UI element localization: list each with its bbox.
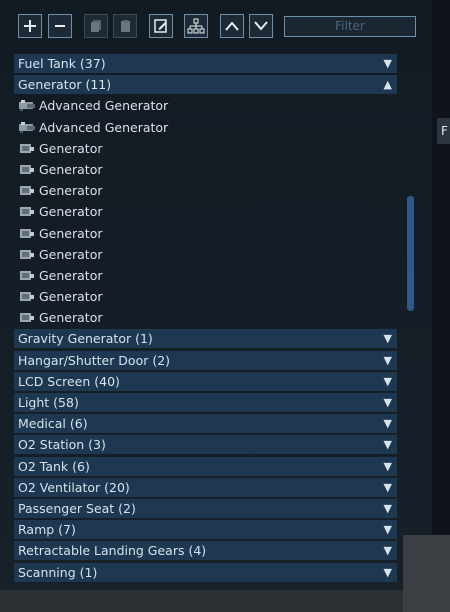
list-item[interactable]: Generator xyxy=(14,287,397,306)
category-label: Generator (11) xyxy=(18,77,112,93)
remove-button[interactable] xyxy=(48,14,72,38)
side-tab[interactable]: F xyxy=(437,118,450,144)
edit-icon xyxy=(154,19,167,33)
generator-icon xyxy=(20,164,34,174)
category-label: Fuel Tank (37) xyxy=(18,56,106,71)
copy-icon xyxy=(91,20,101,32)
expand-arrow-icon[interactable]: ▼ xyxy=(384,563,392,582)
category-lcd-screen[interactable]: LCD Screen (40) ▼ xyxy=(14,371,397,391)
category-medical[interactable]: Medical (6) ▼ xyxy=(14,414,397,434)
right-background xyxy=(432,0,450,612)
category-label: O2 Ventilator (20) xyxy=(18,479,130,495)
category-hangar-shutter-door[interactable]: Hangar/Shutter Door (2) ▼ xyxy=(14,350,397,370)
list-item-label: Generator xyxy=(39,183,103,199)
list-item[interactable]: Generator xyxy=(14,224,397,243)
category-label: O2 Tank (6) xyxy=(18,458,90,474)
expand-arrow-icon[interactable]: ▼ xyxy=(384,414,392,433)
list-item[interactable]: Advanced Generator xyxy=(14,96,397,115)
hierarchy-button[interactable] xyxy=(184,14,208,38)
filter-input[interactable]: Filter xyxy=(284,16,416,37)
category-label: Scanning (1) xyxy=(18,564,98,580)
category-retractable-landing-gears[interactable]: Retractable Landing Gears (4) ▼ xyxy=(14,541,397,561)
expand-arrow-icon[interactable]: ▼ xyxy=(384,351,392,370)
list-item[interactable]: Advanced Generator xyxy=(14,118,397,137)
list-item-label: Generator xyxy=(39,246,103,262)
list-item-label: Advanced Generator xyxy=(39,98,169,114)
generator-icon xyxy=(20,228,34,238)
add-button[interactable] xyxy=(18,14,42,38)
category-label: Retractable Landing Gears (4) xyxy=(18,543,207,559)
list-item-label: Generator xyxy=(39,204,103,220)
expand-arrow-icon[interactable]: ▼ xyxy=(384,393,392,412)
list-item-label: Generator xyxy=(39,310,103,326)
category-label: Light (58) xyxy=(18,395,79,410)
copy-button[interactable] xyxy=(84,14,108,38)
category-label: Gravity Generator (1) xyxy=(18,331,153,347)
expand-arrow-icon[interactable]: ▼ xyxy=(384,372,392,391)
generator-icon xyxy=(20,249,34,259)
list-item-label: Generator xyxy=(39,140,103,156)
generator-icon xyxy=(20,186,34,196)
category-passenger-seat[interactable]: Passenger Seat (2) ▼ xyxy=(14,498,397,518)
expand-arrow-icon[interactable]: ▼ xyxy=(384,499,392,518)
scrollbar-track[interactable] xyxy=(405,54,416,584)
expand-arrow-icon[interactable]: ▼ xyxy=(384,457,392,476)
paste-button[interactable] xyxy=(113,14,137,38)
paste-icon xyxy=(121,20,130,32)
list-item[interactable]: Generator xyxy=(14,160,397,179)
bottom-background xyxy=(0,590,450,612)
list-item[interactable]: Generator xyxy=(14,202,397,221)
list-item-label: Generator xyxy=(39,161,103,177)
generator-icon xyxy=(20,143,34,153)
generator-icon xyxy=(20,313,34,323)
category-gravity-generator[interactable]: Gravity Generator (1) ▼ xyxy=(14,329,397,349)
expand-arrow-icon[interactable]: ▼ xyxy=(384,478,392,497)
list-item[interactable]: Generator xyxy=(14,308,397,327)
list-item-label: Generator xyxy=(39,225,103,241)
hierarchy-icon xyxy=(187,18,205,34)
list-item-label: Advanced Generator xyxy=(39,119,169,135)
collapse-arrow-icon[interactable]: ▲ xyxy=(384,75,392,94)
move-down-button[interactable] xyxy=(249,14,273,38)
advanced-generator-icon xyxy=(19,100,35,112)
category-fuel-tank[interactable]: Fuel Tank (37) ▼ xyxy=(14,54,397,73)
category-label: Ramp (7) xyxy=(18,522,76,538)
minus-icon xyxy=(55,25,65,27)
list-item[interactable]: Generator xyxy=(14,139,397,158)
expand-arrow-icon[interactable]: ▼ xyxy=(384,520,392,539)
list-item-label: Generator xyxy=(39,289,103,305)
toolbar: Filter xyxy=(18,14,418,40)
advanced-generator-icon xyxy=(19,121,35,133)
plus-icon xyxy=(24,20,36,32)
category-o2-tank[interactable]: O2 Tank (6) ▼ xyxy=(14,456,397,476)
category-label: LCD Screen (40) xyxy=(18,373,120,389)
scrollbar-thumb[interactable] xyxy=(407,196,414,311)
category-o2-station[interactable]: O2 Station (3) ▼ xyxy=(14,435,397,455)
generator-icon xyxy=(20,270,34,280)
chevron-up-icon xyxy=(225,21,239,31)
category-light[interactable]: Light (58) ▼ xyxy=(14,393,397,412)
category-label: Hangar/Shutter Door (2) xyxy=(18,352,171,368)
category-ramp[interactable]: Ramp (7) ▼ xyxy=(14,520,397,540)
block-list: Fuel Tank (37) ▼ Generator (11) ▲ Advanc… xyxy=(14,54,397,584)
chevron-down-icon xyxy=(254,21,268,31)
expand-arrow-icon[interactable]: ▼ xyxy=(384,435,392,454)
category-label: Passenger Seat (2) xyxy=(18,500,136,516)
generator-icon xyxy=(20,207,34,217)
list-item[interactable]: Generator xyxy=(14,266,397,285)
edit-button[interactable] xyxy=(149,14,173,38)
category-scanning[interactable]: Scanning (1) ▼ xyxy=(14,562,397,582)
expand-arrow-icon[interactable]: ▼ xyxy=(384,541,392,560)
category-generator[interactable]: Generator (11) ▲ xyxy=(14,75,397,95)
expand-arrow-icon[interactable]: ▼ xyxy=(384,54,392,73)
list-item-label: Generator xyxy=(39,267,103,283)
category-label: O2 Station (3) xyxy=(18,437,106,453)
category-o2-ventilator[interactable]: O2 Ventilator (20) ▼ xyxy=(14,477,397,497)
move-up-button[interactable] xyxy=(220,14,244,38)
category-label: Medical (6) xyxy=(18,416,88,432)
list-item[interactable]: Generator xyxy=(14,245,397,264)
list-item[interactable]: Generator xyxy=(14,181,397,200)
expand-arrow-icon[interactable]: ▼ xyxy=(384,329,392,348)
generator-icon xyxy=(20,292,34,302)
